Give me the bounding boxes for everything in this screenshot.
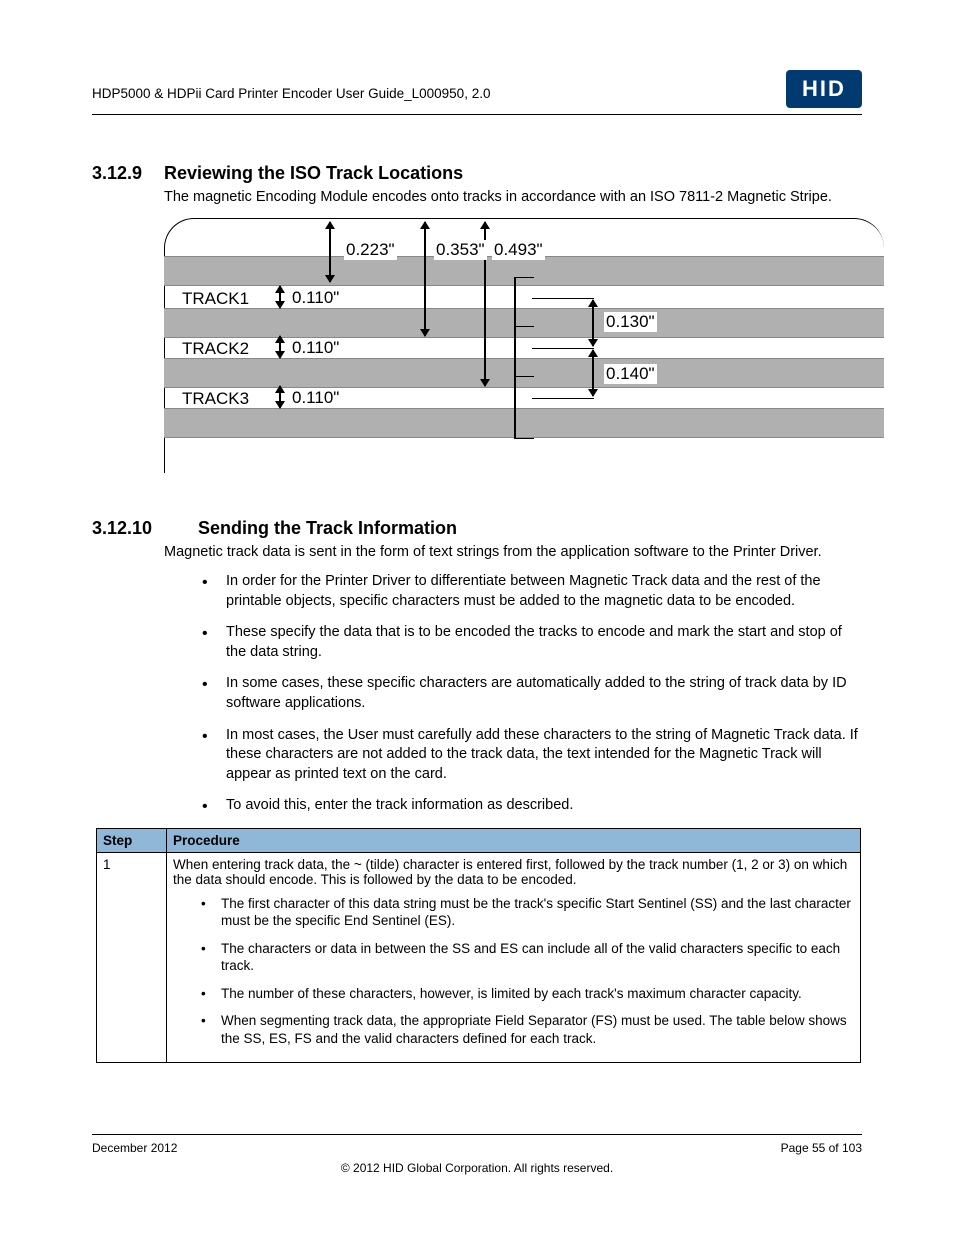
section-number: 3.12.10 [92,518,198,539]
section-heading-3-12-9: 3.12.9 Reviewing the ISO Track Locations [92,163,862,184]
dim-top-2: 0.353" [434,240,487,260]
section-number: 3.12.9 [92,163,164,184]
section-intro: The magnetic Encoding Module encodes ont… [164,188,862,208]
section-title: Reviewing the ISO Track Locations [164,163,463,184]
dim-gap-2: 0.140" [604,364,657,384]
procedure-table: Step Procedure 1 When entering track dat… [96,828,861,1063]
footer-page: Page 55 of 103 [781,1141,862,1155]
cell-intro: When entering track data, the ~ (tilde) … [173,857,854,887]
section2-intro: Magnetic track data is sent in the form … [164,543,862,563]
iso-track-diagram: 0.223" 0.353" 0.493" TRACK1 TRACK2 TRACK… [164,218,884,478]
dim-width-3: 0.110" [290,388,341,408]
page-header: HDP5000 & HDPii Card Printer Encoder Use… [92,70,862,108]
bullet-item: When segmenting track data, the appropri… [201,1012,854,1047]
table-row: 1 When entering track data, the ~ (tilde… [97,852,861,1062]
bullet-item: In most cases, the User must carefully a… [202,726,862,785]
dim-width-2: 0.110" [290,338,341,358]
doc-title: HDP5000 & HDPii Card Printer Encoder Use… [92,70,490,101]
page-footer: December 2012 Page 55 of 103 © 2012 HID … [92,1134,862,1175]
dim-top-1: 0.223" [344,240,397,260]
bullet-item: The number of these characters, however,… [201,985,854,1003]
track2-label: TRACK2 [180,339,251,359]
section2-bullets: In order for the Printer Driver to diffe… [202,572,862,816]
hid-logo: HID [786,70,862,108]
cell-step: 1 [97,852,167,1062]
dim-gap-1: 0.130" [604,312,657,332]
bullet-item: In order for the Printer Driver to diffe… [202,572,862,611]
footer-copyright: © 2012 HID Global Corporation. All right… [92,1161,862,1175]
header-rule [92,114,862,115]
dim-width-1: 0.110" [290,288,341,308]
th-procedure: Procedure [167,828,861,852]
section-heading-3-12-10: 3.12.10 Sending the Track Information [92,518,862,539]
track3-label: TRACK3 [180,389,251,409]
cell-procedure: When entering track data, the ~ (tilde) … [167,852,861,1062]
footer-date: December 2012 [92,1141,177,1155]
bullet-item: To avoid this, enter the track informati… [202,796,862,816]
th-step: Step [97,828,167,852]
cell-bullets: The first character of this data string … [201,895,854,1048]
bullet-item: The characters or data in between the SS… [201,940,854,975]
section-title: Sending the Track Information [198,518,457,539]
track1-label: TRACK1 [180,289,251,309]
bullet-item: In some cases, these specific characters… [202,674,862,713]
dim-top-3: 0.493" [492,240,545,260]
bullet-item: These specify the data that is to be enc… [202,623,862,662]
bullet-item: The first character of this data string … [201,895,854,930]
